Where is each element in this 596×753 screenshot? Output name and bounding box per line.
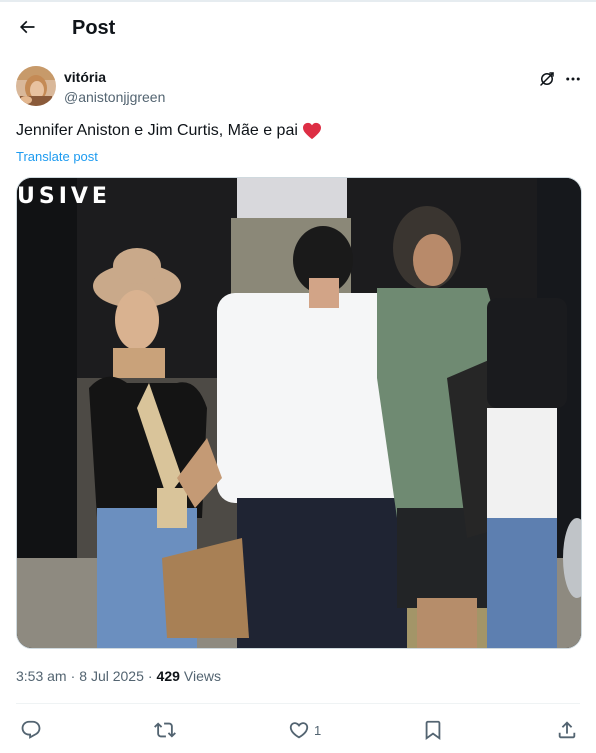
like-count: 1 — [314, 722, 322, 738]
reply-icon — [21, 720, 41, 739]
bookmark-button[interactable] — [422, 716, 448, 744]
avatar[interactable] — [16, 66, 56, 106]
views-count: 429 — [156, 668, 180, 684]
grok-icon — [540, 72, 554, 86]
post-date[interactable]: 8 Jul 2025 — [79, 668, 144, 684]
author-display-name[interactable]: vitória — [64, 69, 106, 85]
page-title: Post — [72, 17, 116, 39]
like-button[interactable]: 1 — [288, 716, 321, 744]
meta-separator: · — [70, 668, 76, 684]
share-icon — [558, 721, 576, 739]
post-media-image[interactable]: USIVE — [16, 177, 582, 649]
heart-icon — [289, 722, 309, 739]
arrow-left-icon — [19, 20, 35, 34]
reply-button[interactable] — [20, 716, 46, 744]
repost-icon — [154, 722, 176, 738]
bookmark-icon — [425, 720, 441, 741]
post-body: Jennifer Aniston e Jim Curtis, Mãe e pai — [16, 122, 298, 139]
translate-post-link[interactable]: Translate post — [16, 149, 98, 164]
photo-illustration — [17, 178, 581, 648]
more-options-button[interactable] — [562, 68, 584, 90]
red-heart-emoji-icon — [302, 122, 321, 140]
repost-button[interactable] — [154, 716, 180, 744]
post-actions-bar: 1 — [0, 712, 596, 748]
page-header: Post — [0, 2, 596, 54]
grok-button[interactable] — [536, 68, 558, 90]
post-meta: 3:53 am · 8 Jul 2025 · 429 Views — [16, 668, 221, 684]
divider — [16, 703, 580, 704]
post-text: Jennifer Aniston e Jim Curtis, Mãe e pai — [16, 122, 322, 140]
back-button[interactable] — [12, 12, 42, 42]
meta-separator-2: · — [147, 668, 153, 684]
more-horizontal-icon — [566, 77, 580, 81]
post-author: vitória @anistonjjgreen — [16, 66, 580, 110]
author-handle[interactable]: @anistonjjgreen — [64, 89, 165, 105]
media-watermark-text: USIVE — [17, 184, 111, 209]
share-button[interactable] — [556, 716, 578, 744]
views-label: Views — [183, 668, 221, 684]
post-time[interactable]: 3:53 am — [16, 668, 67, 684]
